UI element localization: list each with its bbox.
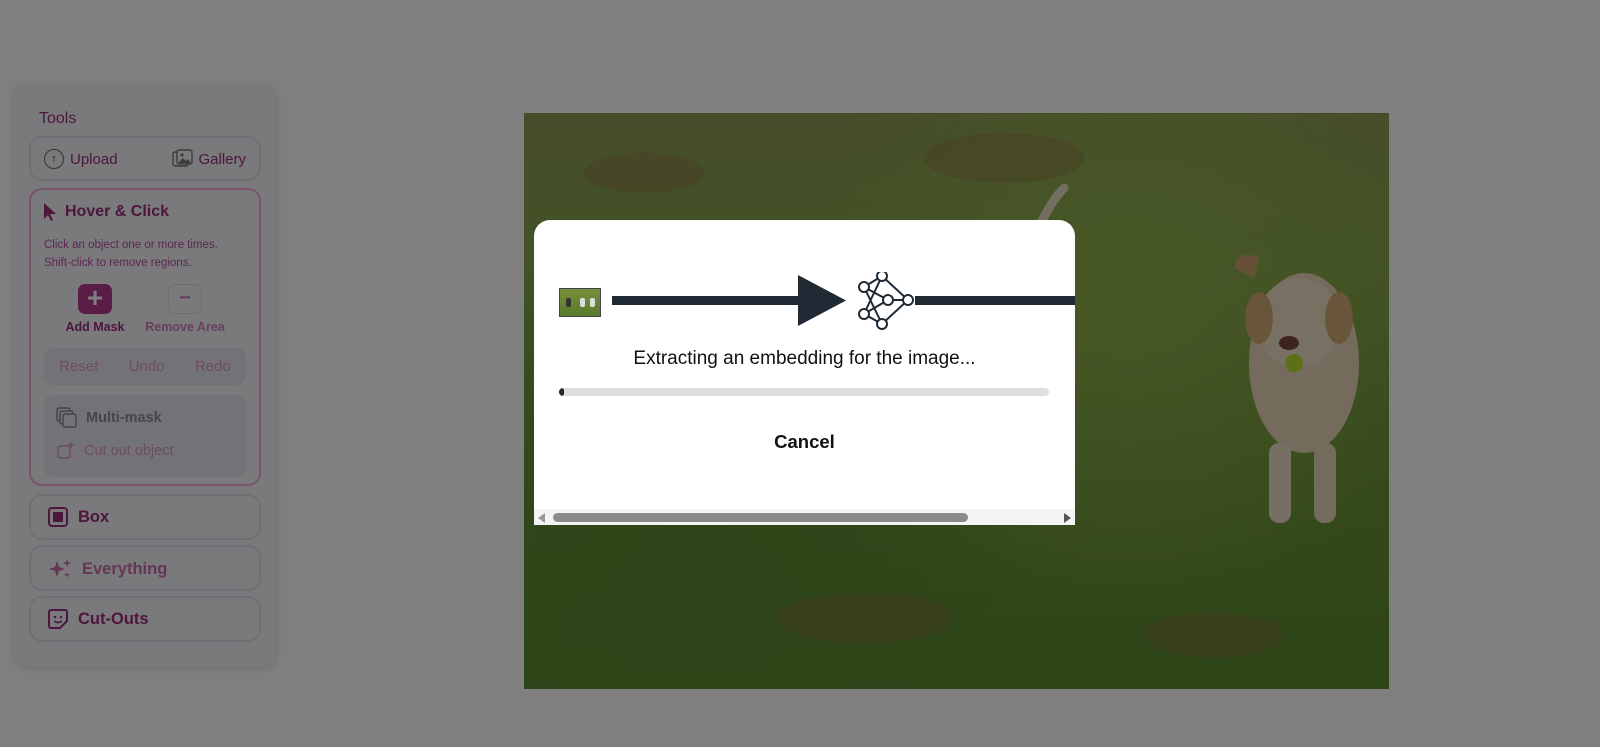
pipeline-diagram <box>612 272 1075 330</box>
image-thumbnail <box>559 288 601 317</box>
scrollbar-thumb[interactable] <box>553 513 968 522</box>
arrow-shaft <box>612 296 802 305</box>
progress-bar <box>559 388 1049 396</box>
thumb-dog <box>580 298 585 307</box>
arrow-shaft-out <box>915 296 1075 305</box>
thumb-dog <box>566 298 571 307</box>
cancel-button[interactable]: Cancel <box>534 431 1075 453</box>
status-message: Extracting an embedding for the image... <box>633 348 976 369</box>
horizontal-scrollbar[interactable] <box>534 509 1075 525</box>
neural-network-icon <box>858 272 914 330</box>
progress-fill <box>559 388 564 396</box>
arrow-head-icon <box>798 275 846 326</box>
scroll-right-icon[interactable] <box>1064 513 1071 523</box>
scroll-left-icon[interactable] <box>538 513 545 523</box>
thumb-dog <box>590 298 595 307</box>
embedding-modal: Extracting an embedding for the image...… <box>534 220 1075 525</box>
